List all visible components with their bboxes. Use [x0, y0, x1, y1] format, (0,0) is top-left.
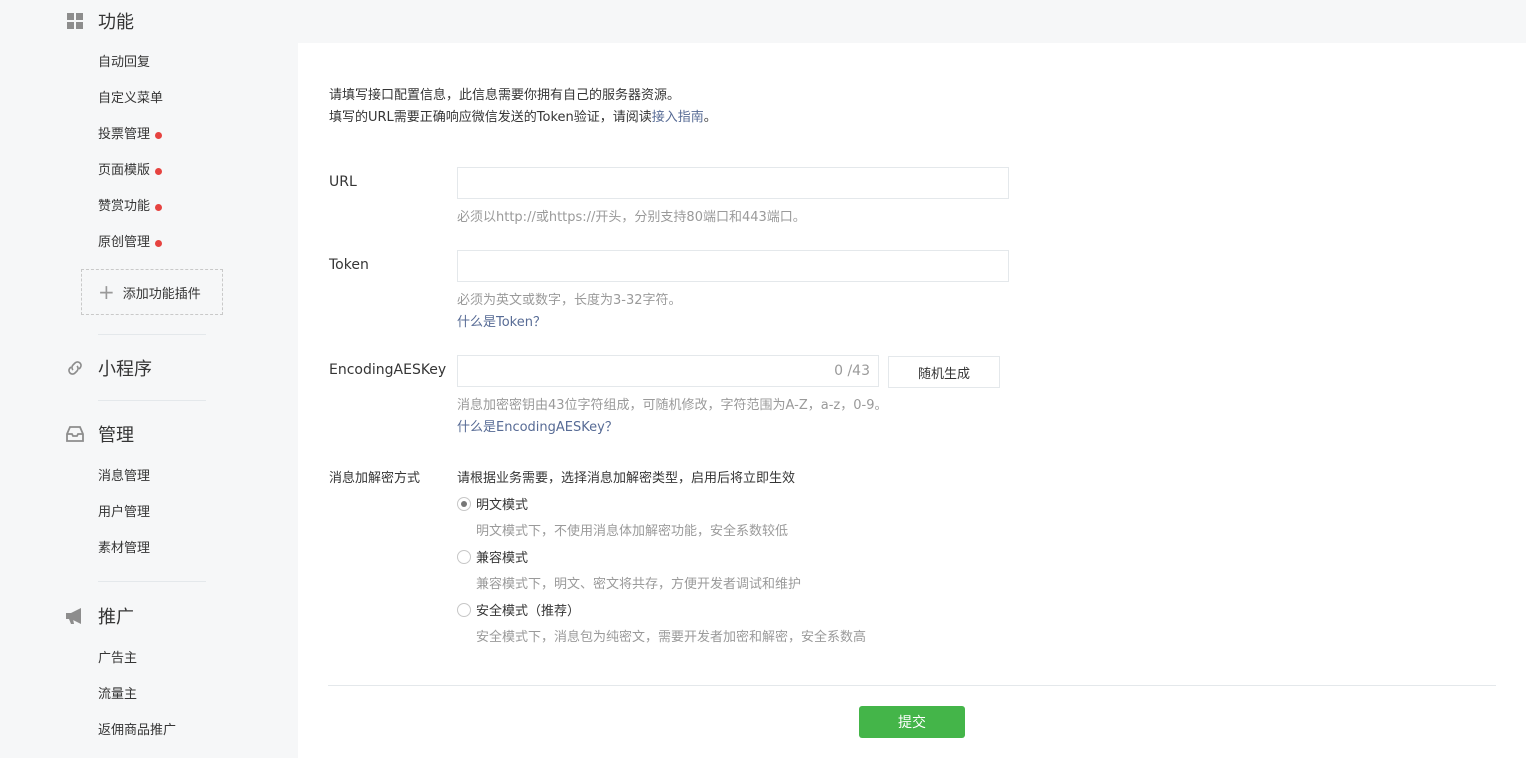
sidebar-item-original[interactable]: 原创管理	[98, 233, 163, 253]
radio-button[interactable]	[457, 549, 471, 564]
radio-label: 兼容模式	[476, 551, 529, 566]
sidebar-item-traffic[interactable]: 流量主	[98, 685, 137, 705]
radio-compatible-mode[interactable]: 兼容模式	[457, 547, 528, 566]
megaphone-icon	[64, 605, 86, 627]
char-counter: 0 /43	[834, 363, 870, 379]
url-label: URL	[329, 174, 357, 190]
sidebar-item-label: 自动回复	[98, 55, 151, 70]
link-icon	[64, 357, 86, 379]
sidebar-item-label: 广告主	[98, 651, 138, 666]
notification-dot	[155, 167, 163, 175]
sidebar-item-materials[interactable]: 素材管理	[98, 539, 150, 559]
sidebar-item-advertiser[interactable]: 广告主	[98, 649, 137, 669]
sidebar-item-label: 自定义菜单	[98, 91, 164, 106]
sidebar-item-label: 流量主	[98, 687, 138, 702]
intro-line-2: 填写的URL需要正确响应微信发送的Token验证，请阅读接入指南。	[329, 107, 717, 129]
divider	[328, 685, 1496, 686]
grid-icon	[64, 10, 86, 32]
access-guide-link[interactable]: 接入指南	[652, 110, 704, 125]
add-plugin-button[interactable]: + 添加功能插件	[81, 269, 223, 315]
section-miniprogram[interactable]: 小程序	[64, 356, 152, 380]
sidebar-item-messages[interactable]: 消息管理	[98, 467, 150, 487]
section-features: 功能	[64, 9, 134, 33]
sidebar-item-label: 赞赏功能	[98, 199, 151, 214]
radio-secure-mode[interactable]: 安全模式（推荐）	[457, 600, 580, 619]
section-title: 功能	[98, 12, 134, 33]
notification-dot	[155, 203, 163, 211]
sidebar-item-custom-menu[interactable]: 自定义菜单	[98, 89, 163, 109]
aeskey-input[interactable]: 0 /43	[457, 355, 879, 387]
encrypt-hint: 请根据业务需要，选择消息加解密类型，启用后将立即生效	[457, 471, 796, 486]
radio-label: 明文模式	[476, 498, 529, 513]
encrypt-label: 消息加解密方式	[329, 471, 421, 486]
radio-plaintext-mode[interactable]: 明文模式	[457, 494, 528, 513]
radio-desc: 兼容模式下，明文、密文将共存，方便开发者调试和维护	[476, 577, 802, 592]
radio-button[interactable]	[457, 602, 471, 617]
section-manage: 管理	[64, 422, 134, 446]
token-label: Token	[329, 257, 369, 273]
notification-dot	[155, 239, 163, 247]
sidebar-item-label: 用户管理	[98, 505, 151, 520]
sidebar-item-vote[interactable]: 投票管理	[98, 125, 163, 145]
what-is-token-link[interactable]: 什么是Token？	[457, 311, 546, 330]
sidebar-item-label: 投票管理	[98, 127, 151, 142]
url-input[interactable]	[457, 167, 1009, 199]
sidebar-item-reward[interactable]: 赞赏功能	[98, 197, 163, 217]
url-tip: 必须以http://或https://开头，分别支持80端口和443端口。	[457, 210, 806, 225]
aeskey-label: EncodingAESKey	[329, 362, 447, 378]
radio-desc: 安全模式下，消息包为纯密文，需要开发者加密和解密，安全系数高	[476, 630, 867, 645]
radio-label: 安全模式（推荐）	[476, 604, 581, 619]
sidebar-item-label: 返佣商品推广	[98, 723, 177, 738]
plus-icon: +	[98, 280, 115, 304]
random-generate-button[interactable]: 随机生成	[888, 356, 1000, 388]
divider	[98, 581, 206, 582]
radio-button-selected[interactable]	[457, 496, 471, 511]
intro-text: 请填写接口配置信息，此信息需要你拥有自己的服务器资源。 填写的URL需要正确响应…	[329, 85, 717, 129]
sidebar-item-label: 页面模版	[98, 163, 151, 178]
config-panel: 请填写接口配置信息，此信息需要你拥有自己的服务器资源。 填写的URL需要正确响应…	[298, 43, 1526, 758]
what-is-aeskey-link[interactable]: 什么是EncodingAESKey？	[457, 416, 618, 435]
section-promote: 推广	[64, 604, 134, 628]
inbox-icon	[64, 423, 86, 445]
section-title: 管理	[98, 425, 134, 446]
sidebar-item-auto-reply[interactable]: 自动回复	[98, 53, 150, 73]
sidebar-item-label: 素材管理	[98, 541, 151, 556]
sidebar-item-users[interactable]: 用户管理	[98, 503, 150, 523]
sidebar: 功能 自动回复 自定义菜单 投票管理 页面模版 赞赏功能 原创管理 + 添加功能…	[0, 0, 298, 758]
token-input[interactable]	[457, 250, 1009, 282]
intro-line-2-suffix: 。	[703, 110, 717, 125]
section-title: 推广	[98, 607, 134, 628]
intro-line-1: 请填写接口配置信息，此信息需要你拥有自己的服务器资源。	[329, 88, 681, 103]
notification-dot	[155, 131, 163, 139]
add-plugin-label: 添加功能插件	[122, 286, 201, 302]
submit-button[interactable]: 提交	[859, 706, 965, 738]
sidebar-item-page-template[interactable]: 页面模版	[98, 161, 163, 181]
sidebar-item-commission[interactable]: 返佣商品推广	[98, 721, 176, 741]
radio-desc: 明文模式下，不使用消息体加解密功能，安全系数较低	[476, 524, 789, 539]
divider	[98, 334, 206, 335]
intro-line-2-prefix: 填写的URL需要正确响应微信发送的Token验证，请阅读	[329, 110, 652, 125]
aeskey-tip: 消息加密密钥由43位字符组成，可随机修改，字符范围为A-Z，a-z，0-9。	[457, 398, 888, 413]
sidebar-item-label: 原创管理	[98, 235, 151, 250]
token-tip: 必须为英文或数字，长度为3-32字符。	[457, 293, 682, 308]
section-title: 小程序	[98, 359, 152, 380]
sidebar-item-label: 消息管理	[98, 469, 151, 484]
divider	[98, 400, 206, 401]
